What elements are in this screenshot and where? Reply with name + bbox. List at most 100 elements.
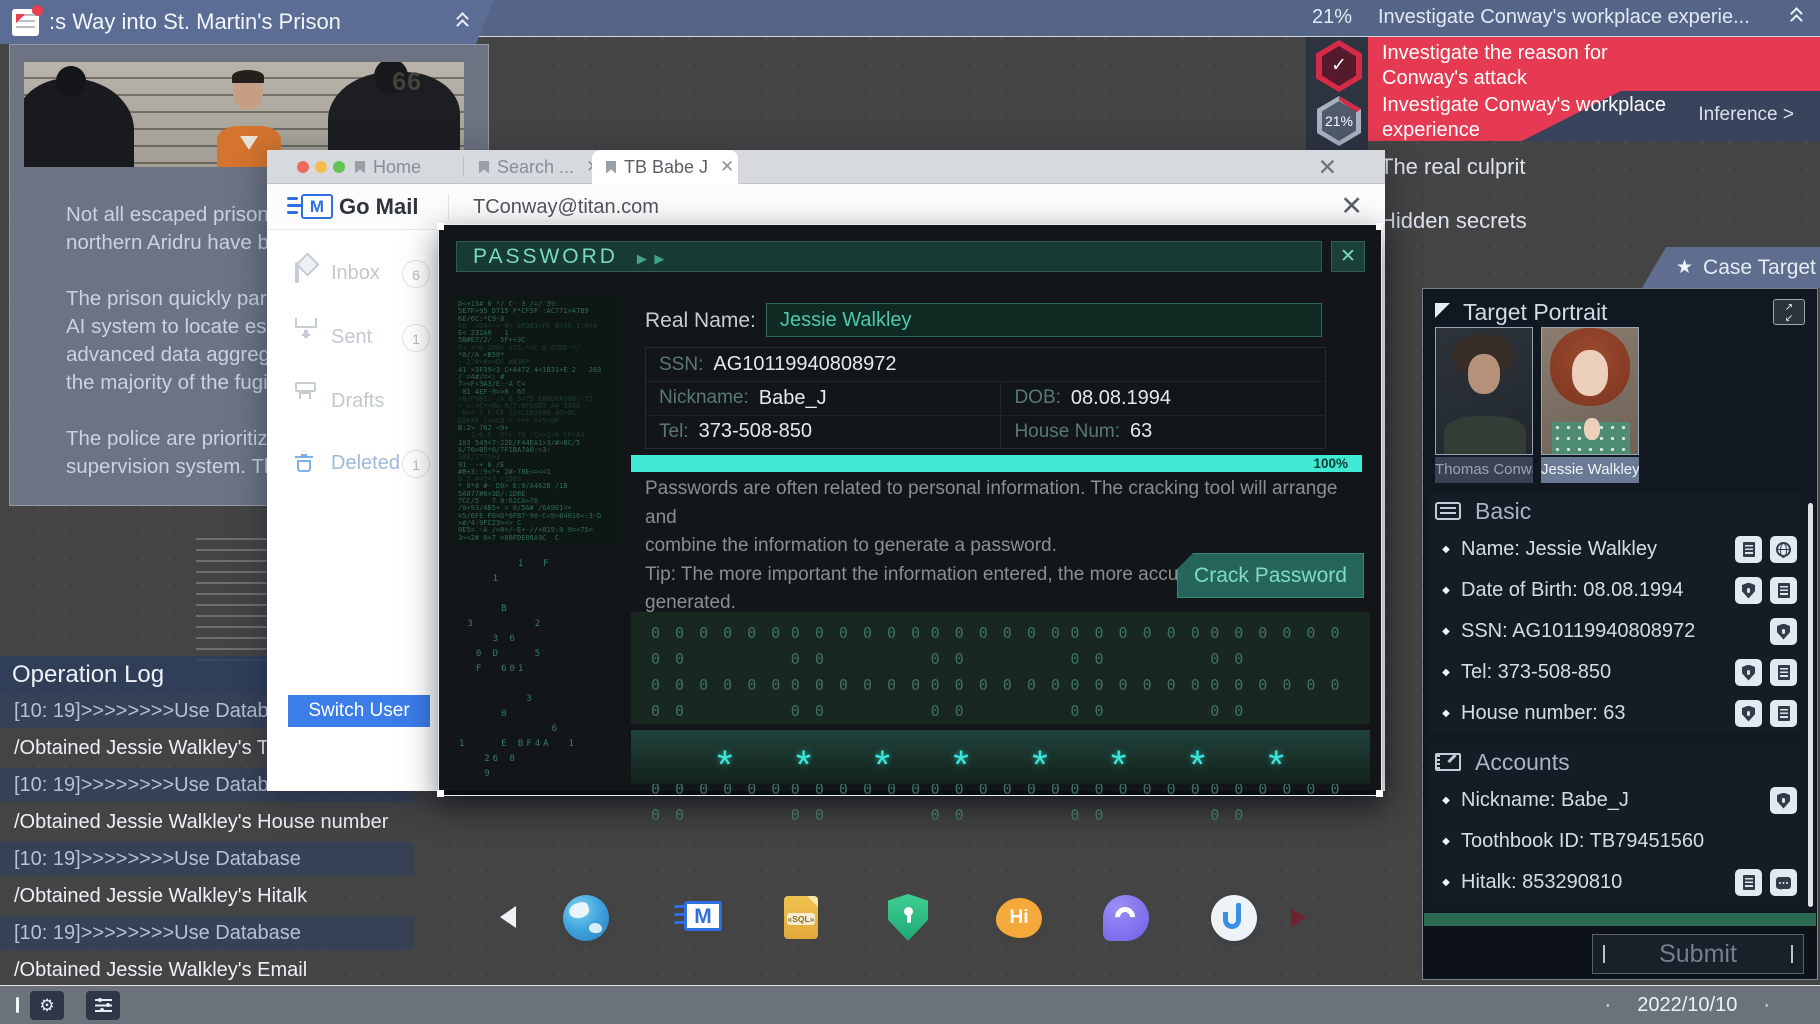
log-action: [10: 19]>>>>>>>>Use Database [0,842,414,876]
close-window-icon[interactable]: ✕ [1318,154,1337,181]
document-action-button[interactable] [1735,536,1762,563]
portrait-jessie-walkley[interactable] [1541,327,1639,455]
item-action-icons [1770,787,1797,814]
document-action-button[interactable] [1735,869,1762,896]
shield-action-button[interactable] [1735,577,1762,604]
system-taskbar: ⚙ 2022/10/10 [0,985,1820,1024]
target-info-item[interactable]: Date of Birth: 08.08.1994 [1431,570,1799,611]
tab-search[interactable]: Search ... ✕ [479,150,600,184]
ssn-field[interactable]: SSN: AG10119940808972 [646,348,1325,381]
shield-icon [1742,664,1755,681]
code-line: B 5 #=5+3 *1DB3 [458,475,522,484]
shield-action-button[interactable] [1735,659,1762,686]
maximize-traffic-light[interactable] [333,161,345,173]
news-title: :s Way into St. Martin's Prison [49,9,341,34]
officer-silhouette-left [24,66,134,167]
close-traffic-light[interactable] [297,161,309,173]
news-window-titlebar[interactable]: :s Way into St. Martin's Prison [0,0,494,44]
portrait-thomas-conway[interactable] [1435,327,1533,455]
document-action-button[interactable] [1770,577,1797,604]
folder-drafts[interactable]: Drafts [267,382,437,420]
target-info-item[interactable]: Nickname: Babe_J [1431,780,1799,821]
dock-hook-icon[interactable] [1211,895,1257,941]
dob-field[interactable]: DOB: 08.08.1994 [1000,381,1325,415]
shield-action-button[interactable] [1735,700,1762,727]
shield-action-button[interactable] [1770,618,1797,645]
folder-label: Drafts [331,390,385,412]
task-banner-active[interactable]: Investigate Conway's workplace experienc… [1368,91,1820,141]
real-name-input[interactable]: Jessie Walkley [766,303,1322,337]
globe-action-button[interactable] [1770,536,1797,563]
task-banner-completed[interactable]: Investigate the reason for Conway's atta… [1368,37,1820,91]
inference-link[interactable]: Inference > [1698,104,1794,126]
case-progress: 21% [1312,6,1353,28]
close-password-tool-button[interactable]: ✕ [1331,241,1365,272]
dock-phone-icon[interactable] [1103,895,1149,941]
task-list-button[interactable] [86,991,120,1020]
document-action-button[interactable] [1770,700,1797,727]
document-action-button[interactable] [1770,659,1797,686]
close-tab-icon[interactable]: ✕ [720,157,734,177]
tab-home[interactable]: Home [355,150,421,184]
expand-panel-icon[interactable]: ↗ ↙ [1773,299,1805,325]
section-divider [1424,913,1816,926]
code-line: - 27#>#>=DC ##36F [458,358,530,367]
folder-sent[interactable]: Sent 1 [267,318,437,356]
target-info-item[interactable]: Tel: 373-508-850 [1431,652,1799,693]
target-info-item[interactable]: Name: Jessie Walkley [1431,529,1799,570]
nickname-field[interactable]: Nickname: Babe_J [646,381,1001,414]
chat-action-button[interactable] [1770,869,1797,896]
target-info-item[interactable]: House number: 63 [1431,693,1799,734]
tab-tb-babe-j[interactable]: TB Babe J ✕ [592,150,738,184]
matrix-rain-panel: 1 F 1 B 3 2 3 6 0 D 5 F 601 3 0 6 1 E BF… [453,553,619,785]
dock-sql-database-icon[interactable]: «SQL» [784,896,818,939]
settings-gear-button[interactable]: ⚙ [30,991,64,1020]
house-num-field[interactable]: House Num: 63 [1000,414,1325,448]
password-mask-char: * [1268,743,1284,787]
shield-icon [1742,705,1755,722]
system-date: 2022/10/10 [1605,994,1770,1017]
mail-app-name: Go Mail [339,194,419,219]
tab-separator [463,157,464,177]
tel-field[interactable]: Tel: 373-508-850 [646,414,1001,448]
news-app-icon [12,9,39,36]
folder-inbox[interactable]: Inbox 6 [267,258,437,292]
dock-forward-icon[interactable] [1291,908,1306,928]
switch-user-button[interactable]: Switch User [288,695,430,727]
log-result: /Obtained Jessie Walkley's Email [14,959,308,981]
collapse-news-icon[interactable] [456,13,472,31]
dock-browser-icon[interactable] [563,895,609,941]
document-icon [1742,542,1755,557]
target-info-item[interactable]: Hitalk: 853290810 [1431,862,1799,903]
minimize-traffic-light[interactable] [315,161,327,173]
task-link-real-culprit[interactable]: The real culprit [1380,154,1526,180]
task-link-hidden-secrets[interactable]: Hidden secrets [1380,208,1527,234]
real-name-label: Real Name: [645,309,756,332]
case-target-tab[interactable]: ★ Case Target [1642,247,1820,288]
dock-back-icon[interactable] [500,906,516,928]
scrollbar-thumb[interactable] [1808,503,1813,907]
dock-hitalk-icon[interactable]: Hi [996,898,1042,938]
crack-password-button[interactable]: Crack Password [1177,553,1364,598]
password-mask-char: * [1189,743,1206,787]
ssn-value: AG10119940808972 [713,353,897,376]
matrix-line: 0 D 5 [459,649,577,659]
close-mail-icon[interactable]: ✕ [1340,191,1363,222]
double-play-icon: ▶ ▶ [636,251,667,266]
dock-go-mail-icon[interactable]: M [674,899,724,937]
case-target-label: Case Target [1703,255,1816,279]
crack-progress-bar: 100% [631,455,1362,472]
shield-action-button[interactable] [1770,787,1797,814]
corner-marker-icon [1435,303,1450,318]
folder-label: Sent [331,326,373,348]
shield-icon [1742,582,1755,599]
target-info-item[interactable]: SSN: AG10119940808972 [1431,611,1799,652]
target-info-item[interactable]: Toothbook ID: TB79451560 [1431,821,1799,862]
password-mask-char: * [1032,743,1048,787]
submit-button[interactable]: Submit [1592,934,1804,974]
zero-row: 0 0 0 0 0 0 0 00 0 0 0 0 0 0 00 0 0 0 0 … [651,672,1350,724]
folder-deleted[interactable]: Deleted 1 [267,448,437,482]
dock-password-shield-icon[interactable] [888,894,928,941]
collapse-tasks-icon[interactable] [1790,7,1806,27]
code-line: 1-6:F :5*+-79 :C>>1>9 CF>A4 [458,431,585,440]
